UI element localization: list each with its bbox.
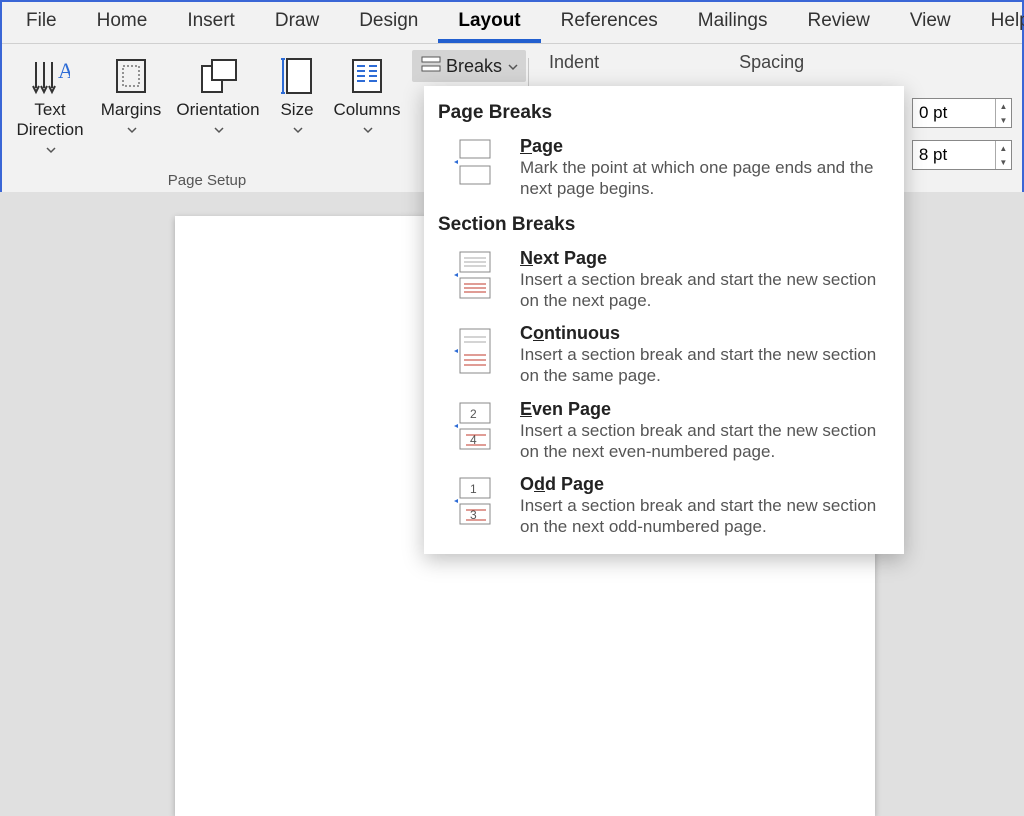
menu-item-continuous[interactable]: Continuous Insert a section break and st… — [436, 319, 892, 395]
tab-references[interactable]: References — [541, 2, 678, 43]
chevron-down-icon — [214, 120, 224, 140]
chevron-down-icon — [363, 120, 373, 140]
tab-file[interactable]: File — [6, 2, 77, 43]
chevron-down-icon — [293, 120, 303, 140]
menu-item-desc: Insert a section break and start the new… — [520, 269, 890, 312]
orientation-icon — [198, 54, 238, 98]
even-page-icon: 2 4 — [446, 399, 502, 463]
menu-item-page-break[interactable]: Page Mark the point at which one page en… — [436, 132, 892, 208]
columns-label: Columns — [333, 100, 400, 119]
size-button[interactable]: Size — [269, 50, 325, 172]
menu-item-title: Odd Page — [520, 474, 890, 495]
indent-label: Indent — [549, 52, 599, 73]
chevron-down-icon — [46, 139, 56, 159]
menu-item-title: Continuous — [520, 323, 890, 344]
section-breaks-header: Section Breaks — [438, 214, 892, 236]
columns-icon — [349, 54, 385, 98]
text-direction-label: Text Direction — [16, 100, 83, 139]
spacing-after-input[interactable]: 8 pt ▲▼ — [912, 140, 1012, 170]
tab-mailings[interactable]: Mailings — [678, 2, 788, 43]
menu-item-odd-page[interactable]: 1 3 Odd Page Insert a section break and … — [436, 470, 892, 546]
ribbon-tabs: File Home Insert Draw Design Layout Refe… — [2, 2, 1022, 44]
group-label-page-setup: Page Setup — [168, 172, 246, 191]
spacing-before-value: 0 pt — [913, 103, 995, 123]
tab-review[interactable]: Review — [788, 2, 890, 43]
breaks-button[interactable]: Breaks — [412, 50, 526, 82]
tab-draw[interactable]: Draw — [255, 2, 339, 43]
tab-view[interactable]: View — [890, 2, 971, 43]
breaks-label: Breaks — [446, 56, 502, 77]
tab-help[interactable]: Help — [971, 2, 1024, 43]
continuous-icon — [446, 323, 502, 387]
tab-layout[interactable]: Layout — [438, 2, 540, 43]
menu-item-even-page[interactable]: 2 4 Even Page Insert a section break and… — [436, 395, 892, 471]
breaks-icon — [420, 55, 442, 78]
margins-label: Margins — [101, 100, 161, 119]
menu-item-desc: Mark the point at which one page ends an… — [520, 157, 890, 200]
spinner-arrows[interactable]: ▲▼ — [995, 141, 1011, 169]
spacing-before-input[interactable]: 0 pt ▲▼ — [912, 98, 1012, 128]
columns-button[interactable]: Columns — [329, 50, 405, 172]
menu-item-desc: Insert a section break and start the new… — [520, 344, 890, 387]
menu-item-desc: Insert a section break and start the new… — [520, 495, 890, 538]
page-breaks-header: Page Breaks — [438, 102, 892, 124]
margins-button[interactable]: Margins — [95, 50, 167, 172]
menu-item-desc: Insert a section break and start the new… — [520, 420, 890, 463]
tab-insert[interactable]: Insert — [167, 2, 255, 43]
spacing-after-value: 8 pt — [913, 145, 995, 165]
menu-item-title: Even Page — [520, 399, 890, 420]
spacing-label: Spacing — [739, 52, 804, 73]
svg-text:A: A — [58, 58, 70, 83]
page-break-icon — [446, 136, 502, 200]
breaks-menu: Page Breaks Page Mark the point at which… — [424, 86, 904, 554]
tab-design[interactable]: Design — [339, 2, 438, 43]
margins-icon — [113, 54, 149, 98]
chevron-down-icon — [508, 56, 518, 77]
orientation-button[interactable]: Orientation — [171, 50, 265, 172]
spinner-arrows[interactable]: ▲▼ — [995, 99, 1011, 127]
size-icon — [279, 54, 315, 98]
text-direction-button[interactable]: A Text Direction — [9, 50, 91, 172]
chevron-down-icon — [127, 120, 137, 140]
text-direction-icon: A — [30, 54, 70, 98]
svg-text:4: 4 — [470, 433, 477, 447]
svg-text:1: 1 — [470, 482, 477, 496]
svg-text:2: 2 — [470, 407, 477, 421]
group-page-setup: A Text Direction Margins — [2, 44, 412, 193]
menu-item-title: Next Page — [520, 248, 890, 269]
odd-page-icon: 1 3 — [446, 474, 502, 538]
orientation-label: Orientation — [176, 100, 259, 119]
next-page-icon — [446, 248, 502, 312]
size-label: Size — [280, 100, 313, 119]
menu-item-title: Page — [520, 136, 890, 157]
svg-text:3: 3 — [470, 508, 477, 522]
menu-item-next-page[interactable]: Next Page Insert a section break and sta… — [436, 244, 892, 320]
tab-home[interactable]: Home — [77, 2, 168, 43]
